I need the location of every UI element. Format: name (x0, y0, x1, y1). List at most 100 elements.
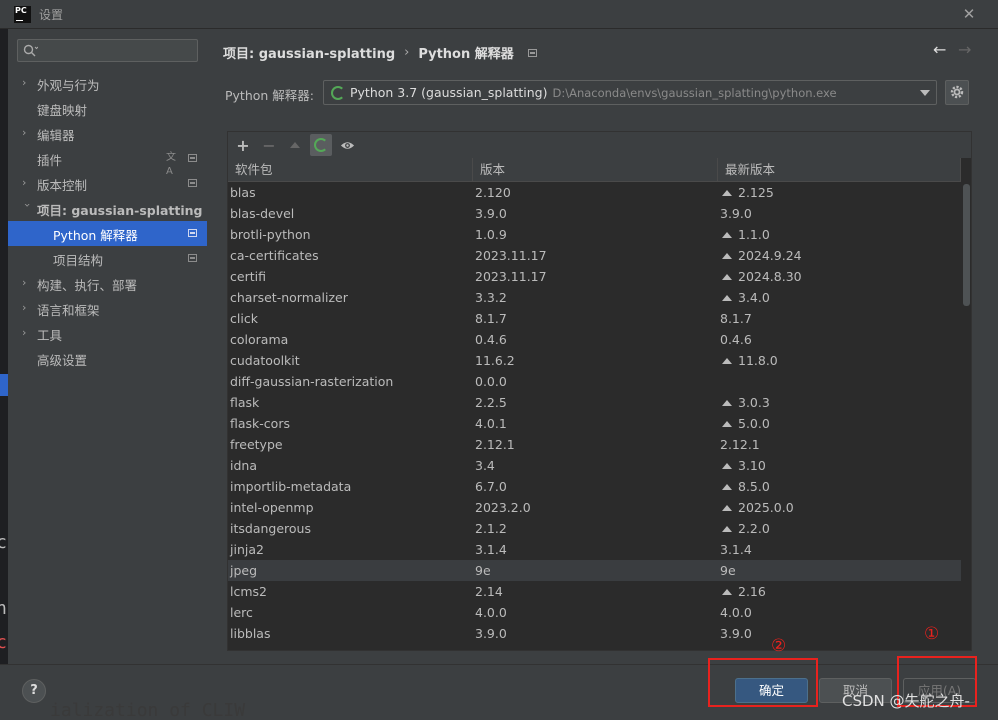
package-version: 3.1.4 (475, 542, 507, 557)
chevron-down-icon: › (21, 203, 34, 208)
latest-version-text: 3.1.4 (720, 542, 752, 557)
latest-version-text: 2025.0.0 (738, 500, 794, 515)
table-row[interactable]: click 8.1.7 8.1.7 (228, 308, 961, 329)
table-row[interactable]: lcms2 2.14 2.16 (228, 581, 961, 602)
interpreter-settings-button[interactable] (945, 80, 969, 105)
package-name: blas (230, 185, 256, 200)
table-row[interactable]: jpeg 9e 9e (228, 560, 961, 581)
translate-icon: 文A (166, 152, 176, 177)
table-row[interactable]: importlib-metadata 6.7.0 8.5.0 (228, 476, 961, 497)
upgrade-available-icon (722, 589, 732, 595)
sidebar-item-label: 外观与行为 (37, 78, 100, 93)
table-row[interactable]: charset-normalizer 3.3.2 3.4.0 (228, 287, 961, 308)
table-row[interactable]: certifi 2023.11.17 2024.8.30 (228, 266, 961, 287)
upgrade-available-icon (722, 463, 732, 469)
package-version: 2.120 (475, 185, 511, 200)
column-header-latest-version[interactable]: 最新版本 (718, 158, 961, 182)
show-early-releases-button[interactable] (336, 134, 358, 156)
table-row[interactable]: intel-openmp 2023.2.0 2025.0.0 (228, 497, 961, 518)
table-row[interactable]: lerc 4.0.0 4.0.0 (228, 602, 961, 623)
table-row[interactable]: itsdangerous 2.1.2 2.2.0 (228, 518, 961, 539)
refresh-button[interactable] (310, 134, 332, 156)
latest-version-text: 2024.9.24 (738, 248, 802, 263)
back-arrow-icon[interactable]: ← (933, 40, 951, 60)
packages-table-header: 软件包 版本 最新版本 (228, 158, 961, 182)
upgrade-package-button[interactable] (284, 134, 306, 156)
sidebar-item-languages[interactable]: › 语言和框架 (8, 296, 207, 321)
sidebar-item-appearance[interactable]: › 外观与行为 (8, 71, 207, 96)
help-button[interactable]: ? (22, 679, 46, 703)
package-latest-version (718, 371, 961, 392)
latest-version-text: 3.4.0 (738, 290, 770, 305)
sidebar-item-project-structure[interactable]: 项目结构 (8, 246, 207, 271)
table-row[interactable]: freetype 2.12.1 2.12.1 (228, 434, 961, 455)
sidebar-item-advanced[interactable]: 高级设置 (8, 346, 207, 371)
sidebar-item-keymap[interactable]: 键盘映射 (8, 96, 207, 121)
package-version: 3.9.0 (475, 626, 507, 641)
sidebar-item-label: 版本控制 (37, 178, 88, 193)
search-icon (23, 44, 38, 57)
table-row[interactable]: libblas 3.9.0 3.9.0 (228, 623, 961, 644)
upgrade-arrow-icon (290, 142, 300, 148)
settings-nav: › 外观与行为 键盘映射 › 编辑器 插件 文A › 版本控制 › 项目: ga… (8, 71, 207, 371)
package-version: 8.1.7 (475, 311, 507, 326)
chevron-right-icon: › (22, 176, 27, 189)
settings-sidebar: › 外观与行为 键盘映射 › 编辑器 插件 文A › 版本控制 › 项目: ga… (8, 29, 207, 664)
latest-version-text: 2.16 (738, 584, 766, 599)
table-row[interactable]: idna 3.4 3.10 (228, 455, 961, 476)
table-row[interactable]: flask-cors 4.0.1 5.0.0 (228, 413, 961, 434)
table-row[interactable]: cudatoolkit 11.6.2 11.8.0 (228, 350, 961, 371)
chevron-right-icon: › (22, 301, 27, 314)
table-row[interactable]: blas-devel 3.9.0 3.9.0 (228, 203, 961, 224)
upgrade-available-icon (722, 274, 732, 280)
search-box[interactable] (17, 39, 198, 62)
table-row[interactable]: blas 2.120 2.125 (228, 182, 961, 203)
table-row[interactable]: diff-gaussian-rasterization 0.0.0 (228, 371, 961, 392)
sidebar-item-python-interpreter[interactable]: Python 解释器 (8, 221, 207, 246)
loading-spinner-icon (331, 85, 345, 100)
breadcrumb-parent[interactable]: 项目: gaussian-splatting (223, 43, 395, 62)
package-version: 3.9.0 (475, 206, 507, 221)
package-latest-version: 2.16 (718, 581, 961, 602)
sidebar-item-build[interactable]: › 构建、执行、部署 (8, 271, 207, 296)
remove-package-button[interactable]: − (258, 134, 280, 156)
table-row[interactable]: flask 2.2.5 3.0.3 (228, 392, 961, 413)
package-name: brotli-python (230, 227, 311, 242)
latest-version-text: 3.9.0 (720, 626, 752, 641)
column-header-package[interactable]: 软件包 (228, 158, 473, 182)
breadcrumb-separator-icon: › (404, 45, 410, 60)
table-row[interactable]: brotli-python 1.0.9 1.1.0 (228, 224, 961, 245)
latest-version-text: 3.10 (738, 458, 766, 473)
package-latest-version: 1.1.0 (718, 224, 961, 245)
dropdown-arrow-icon (920, 90, 930, 96)
upgrade-available-icon (722, 421, 732, 427)
sidebar-item-editor[interactable]: › 编辑器 (8, 121, 207, 146)
sidebar-item-tools[interactable]: › 工具 (8, 321, 207, 346)
table-row[interactable]: colorama 0.4.6 0.4.6 (228, 329, 961, 350)
package-name: click (230, 311, 258, 326)
pycharm-logo-icon: PC (14, 5, 31, 23)
column-header-version[interactable]: 版本 (473, 158, 718, 182)
package-version: 11.6.2 (475, 353, 515, 368)
table-row[interactable]: jinja2 3.1.4 3.1.4 (228, 539, 961, 560)
sidebar-item-project[interactable]: › 项目: gaussian-splatting (8, 196, 207, 221)
packages-scrollbar[interactable] (961, 182, 971, 650)
scrollbar-thumb[interactable] (963, 184, 970, 306)
sidebar-item-plugins[interactable]: 插件 文A (8, 146, 207, 177)
close-icon[interactable]: ✕ (960, 4, 978, 24)
sidebar-item-label: 构建、执行、部署 (37, 278, 138, 293)
sidebar-item-version-control[interactable]: › 版本控制 (8, 171, 207, 196)
search-input[interactable] (42, 42, 192, 59)
upgrade-available-icon (722, 232, 732, 238)
interpreter-select[interactable]: Python 3.7 (gaussian_splatting) D:\Anaco… (323, 80, 937, 105)
add-package-button[interactable]: + (232, 134, 254, 156)
chevron-right-icon: › (22, 326, 27, 339)
forward-arrow-icon[interactable]: → (958, 40, 976, 60)
package-name: intel-openmp (230, 500, 314, 515)
upgrade-available-icon (722, 526, 732, 532)
package-latest-version: 0.4.6 (718, 329, 961, 350)
table-row[interactable]: ca-certificates 2023.11.17 2024.9.24 (228, 245, 961, 266)
package-version: 2023.11.17 (475, 269, 547, 284)
package-name: libblas (230, 626, 271, 641)
sidebar-item-label: 项目: gaussian-splatting (37, 203, 203, 218)
